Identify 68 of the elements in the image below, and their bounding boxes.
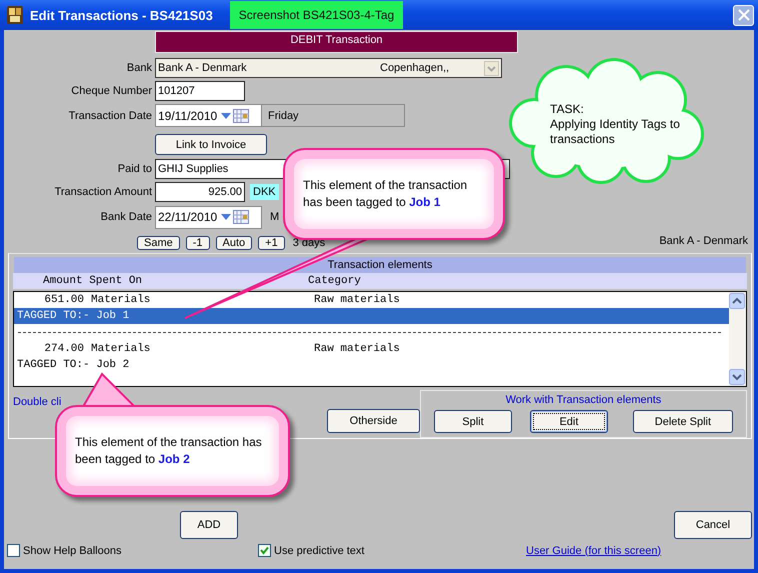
otherside-button[interactable]: Otherside (327, 409, 420, 433)
tag-text: TAGGED TO:- Job 2 (17, 358, 130, 371)
debit-banner: DEBIT Transaction (155, 31, 518, 53)
dropdown-arrow-icon (221, 214, 232, 220)
calendar-icon (233, 210, 250, 224)
app-icon (6, 5, 24, 25)
date-step-button[interactable]: -1 (186, 236, 210, 250)
tag-text: TAGGED TO:- Job 1 (17, 310, 130, 322)
tag-row[interactable]: TAGGED TO:- Job 2 (14, 356, 729, 373)
description-text: Materials (91, 342, 152, 355)
add-button[interactable]: ADD (180, 511, 238, 539)
date-step-button[interactable]: Auto (216, 236, 252, 250)
currency-badge: DKK (250, 184, 279, 200)
check-icon (260, 546, 269, 555)
transaction-date-field[interactable]: 19/11/2010 (155, 104, 262, 127)
bank-date-field[interactable]: 22/11/2010 (155, 206, 262, 228)
bank-name-text: Bank A - Denmark (659, 235, 748, 247)
column-header: Category (308, 274, 361, 287)
cancel-button[interactable]: Cancel (674, 511, 752, 539)
close-button[interactable] (733, 4, 754, 26)
field-label: Transaction Date (68, 110, 152, 122)
date-step-button[interactable]: +1 (258, 236, 285, 250)
weekday-text: M (270, 211, 280, 223)
checkbox[interactable] (258, 544, 271, 557)
checkbox[interactable] (7, 544, 20, 557)
date-step-button[interactable]: Same (137, 236, 180, 250)
amount-text: 651.00 (43, 294, 84, 306)
amount-text: 274.00 (43, 342, 84, 355)
task-title: TASK: (550, 102, 585, 117)
action-button[interactable]: Delete Split (632, 410, 733, 433)
screenshot-tag: Screenshot BS421S03-4-Tag (230, 1, 403, 29)
action-button[interactable]: Split (434, 410, 512, 433)
task-text: Applying Identity Tags to transactions (550, 117, 681, 147)
field-label: Cheque Number (70, 85, 152, 97)
close-icon (738, 9, 750, 21)
callout-text: This element of the transaction has been tagged to Job 2 (75, 434, 263, 468)
field-label: Bank (126, 62, 152, 74)
category-text: Raw materials (314, 294, 400, 306)
option-label: Show Help Balloons (23, 544, 122, 556)
user-guide-link[interactable]: User Guide (for this screen) (526, 544, 662, 556)
bank-select[interactable]: Bank A - Denmark Copenhagen,, (155, 58, 502, 78)
link-to-invoice-button[interactable]: Link to Invoice (155, 134, 267, 155)
callout-text: This element of the transaction has been tagged to Job 1 (303, 177, 468, 211)
category-text: Raw materials (314, 342, 400, 355)
hint-text: Double cli (13, 396, 62, 410)
option-label: Use predictive text (274, 544, 364, 556)
column-header: Amount Spent On (43, 274, 144, 287)
list-row[interactable]: 274.00 Materials Raw materials (14, 340, 729, 357)
amount-field[interactable]: 925.00 (155, 182, 245, 202)
panel-header: Transaction elements (14, 257, 746, 273)
group-title: Work with Transaction elements (506, 394, 662, 406)
window-title: Edit Transactions - BS421S03 (30, 8, 214, 22)
action-button[interactable]: Edit (530, 410, 608, 433)
field-label: Bank Date (100, 211, 152, 223)
scroll-down-icon[interactable] (729, 369, 745, 385)
weekday-display: Friday (262, 104, 405, 127)
field-label: Paid to (116, 163, 152, 175)
scrollbar[interactable] (729, 292, 746, 386)
elements-list[interactable]: 651.00 Materials Raw materials TAGGED TO:- Job 1 274.00 Materials Raw materials TAGGED TO:- Job 2 (13, 290, 747, 387)
calendar-icon (233, 108, 250, 122)
field-label: Transaction Amount (54, 186, 152, 198)
list-row[interactable]: 651.00 Materials Raw materials (14, 292, 729, 308)
days-text: 3 days (292, 237, 326, 249)
description-text: Materials (91, 294, 152, 306)
cheque-number-field[interactable]: 101207 (155, 81, 245, 101)
tag-row[interactable]: TAGGED TO:- Job 1 (14, 308, 729, 324)
dropdown-arrow-icon (221, 112, 232, 118)
scroll-up-icon[interactable] (729, 292, 745, 309)
